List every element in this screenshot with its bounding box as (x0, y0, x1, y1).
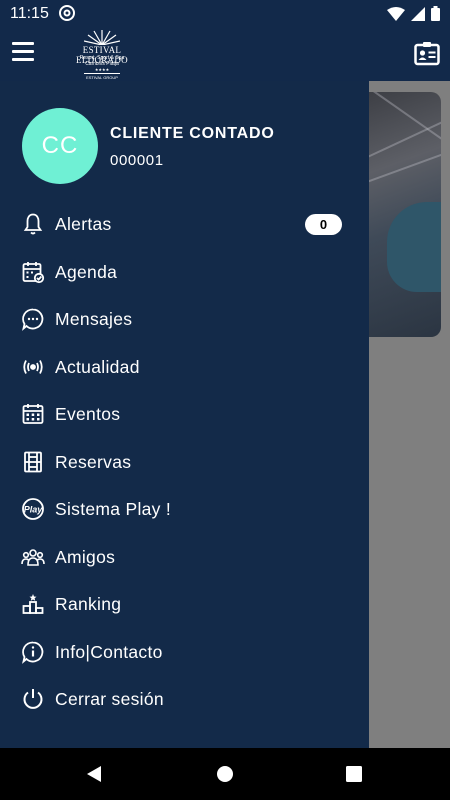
battery-icon (431, 6, 440, 21)
menu-item-amigos[interactable]: Amigos (0, 534, 369, 582)
hotel-logo: ESTIVAL ELDORADO Resort, Sport & Spa Cam… (56, 28, 148, 81)
menu-item-alertas[interactable]: Alertas 0 (0, 201, 369, 249)
menu-item-label: Cerrar sesión (55, 689, 164, 709)
bell-icon (23, 213, 43, 235)
background-image-card (369, 92, 441, 337)
info-icon (22, 641, 44, 664)
menu-item-label: Ranking (55, 594, 122, 614)
logo-stars: ★★★★ (94, 67, 110, 72)
recents-icon[interactable] (346, 766, 362, 782)
play-badge-icon: Play (22, 498, 44, 520)
menu-item-label: Eventos (55, 404, 121, 424)
signal-icon (411, 6, 425, 21)
menu-item-cerrar-sesion[interactable]: Cerrar sesión (0, 676, 369, 724)
status-time: 11:15 (10, 5, 49, 22)
drawer-menu: Alertas 0 Agenda Mensajes Actualidad Eve… (0, 201, 369, 724)
menu-item-label: Actualidad (55, 356, 140, 377)
menu-item-eventos[interactable]: Eventos (0, 391, 369, 439)
sun-logo-icon (84, 30, 120, 45)
background-content (369, 81, 450, 748)
menu-item-mensajes[interactable]: Mensajes (0, 296, 369, 344)
court-icon (24, 451, 42, 472)
menu-item-reservas[interactable]: Reservas (0, 439, 369, 487)
user-id: 000001 (110, 152, 164, 169)
podium-icon (22, 594, 44, 614)
at-sign-icon (59, 5, 75, 21)
menu-item-ranking[interactable]: Ranking (0, 581, 369, 629)
back-icon[interactable] (85, 765, 103, 783)
calendar-check-icon (22, 261, 45, 283)
broadcast-icon (23, 359, 43, 374)
app-bar: ESTIVAL ELDORADO Resort, Sport & Spa Cam… (0, 28, 450, 81)
menu-item-label: Sistema Play ! (55, 499, 172, 519)
calendar-grid-icon (22, 404, 44, 424)
system-nav-bar (0, 748, 450, 800)
svg-text:Play: Play (24, 505, 44, 515)
wifi-icon (387, 6, 405, 21)
menu-item-label: Reservas (55, 451, 132, 472)
power-icon (23, 689, 43, 709)
logo-group: ESTIVAL GROUP (84, 73, 120, 80)
menu-item-label: Amigos (55, 546, 116, 567)
menu-item-label: Alertas (55, 214, 112, 234)
user-name: CLIENTE CONTADO (110, 125, 275, 142)
home-icon[interactable] (216, 765, 234, 783)
alert-count-badge: 0 (305, 214, 342, 235)
menu-item-info-contacto[interactable]: Info|Contacto (0, 629, 369, 677)
status-bar: 11:15 (0, 0, 450, 28)
contact-card-icon[interactable] (414, 41, 440, 67)
menu-item-actualidad[interactable]: Actualidad (0, 344, 369, 392)
avatar: CC (22, 108, 98, 184)
menu-item-label: Info|Contacto (55, 641, 163, 662)
menu-item-agenda[interactable]: Agenda (0, 249, 369, 297)
menu-item-label: Mensajes (55, 309, 133, 329)
menu-item-sistema-play[interactable]: Play Sistema Play ! (0, 486, 369, 534)
menu-icon[interactable] (12, 42, 36, 62)
chat-bubble-icon (22, 308, 44, 331)
menu-item-label: Agenda (55, 261, 118, 282)
people-icon (21, 548, 45, 566)
navigation-drawer: CC CLIENTE CONTADO 000001 Alertas 0 Agen… (0, 81, 369, 748)
